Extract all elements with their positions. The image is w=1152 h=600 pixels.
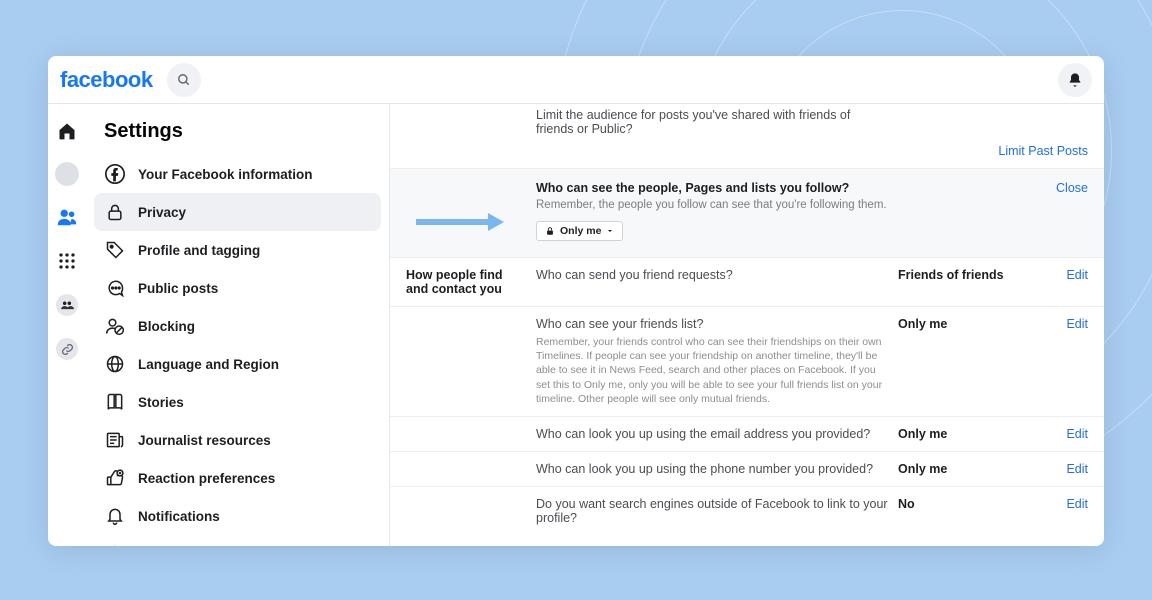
row-value: Only me (898, 462, 1028, 476)
body: Settings Your Facebook information Privac… (48, 104, 1104, 546)
row-description: Remember, your friends control who can s… (536, 335, 890, 406)
box-icon (104, 543, 126, 546)
row-edit-link[interactable]: Edit (1036, 317, 1088, 331)
lock-icon (104, 201, 126, 223)
row-edit-link[interactable]: Edit (1036, 497, 1088, 511)
row-question: Who can see your friends list? (536, 317, 890, 331)
expanded-title: Who can see the people, Pages and lists … (536, 181, 1028, 195)
lock-icon (545, 226, 555, 236)
row-edit-link[interactable]: Edit (1036, 462, 1088, 476)
speech-icon (104, 277, 126, 299)
fb-circle-icon (104, 163, 126, 185)
expanded-subtitle: Remember, the people you follow can see … (536, 199, 1028, 211)
grid-icon (58, 252, 76, 270)
sidebar-item-box[interactable]: Apps and Websites (94, 535, 381, 546)
contact-row: Who can see your friends list? Remember, … (390, 306, 1104, 416)
sidebar-item-label: Profile and tagging (138, 243, 260, 258)
search-button[interactable] (167, 63, 201, 97)
friends-icon (56, 206, 78, 228)
settings-sidebar: Settings Your Facebook information Privac… (86, 104, 390, 546)
row-edit-link[interactable]: Edit (1036, 427, 1088, 441)
topbar: facebook (48, 56, 1104, 104)
audience-selector-label: Only me (560, 225, 601, 237)
expanded-following-panel: Who can see the people, Pages and lists … (390, 168, 1104, 257)
contact-row: Who can look you up using the phone numb… (390, 451, 1104, 486)
limit-past-posts-link[interactable]: Limit Past Posts (898, 144, 1088, 158)
settings-title: Settings (94, 116, 381, 155)
rail-link[interactable] (54, 336, 80, 362)
sidebar-item-label: Language and Region (138, 357, 279, 372)
row-value: Friends of friends (898, 268, 1028, 282)
sidebar-item-label: Blocking (138, 319, 195, 334)
sidebar-item-label: Public posts (138, 281, 218, 296)
link-icon (61, 343, 74, 356)
main-panel: Limit the audience for posts you've shar… (390, 104, 1104, 546)
contact-row: How people find and contact you Who can s… (390, 257, 1104, 306)
globe-icon (104, 353, 126, 375)
sidebar-item-label: Privacy (138, 205, 186, 220)
sidebar-item-globe[interactable]: Language and Region (94, 345, 381, 383)
sidebar-item-label: Notifications (138, 509, 220, 524)
app-window: facebook (48, 56, 1104, 546)
row-question: Limit the audience for posts you've shar… (536, 108, 890, 136)
sidebar-item-like[interactable]: Reaction preferences (94, 459, 381, 497)
row-limit-posts: Limit the audience for posts you've shar… (390, 104, 1104, 168)
expanded-close-link[interactable]: Close (1036, 181, 1088, 241)
groups-icon (60, 298, 74, 312)
sidebar-item-news[interactable]: Journalist resources (94, 421, 381, 459)
facebook-logo[interactable]: facebook (60, 67, 153, 93)
sidebar-item-bell[interactable]: Notifications (94, 497, 381, 535)
news-icon (104, 429, 126, 451)
home-icon (57, 121, 77, 141)
row-edit-link[interactable]: Edit (1036, 268, 1088, 282)
row-question: Who can send you friend requests? (536, 268, 890, 282)
row-question: Who can look you up using the phone numb… (536, 462, 890, 476)
sidebar-item-label: Your Facebook information (138, 167, 313, 182)
sidebar-item-tag[interactable]: Profile and tagging (94, 231, 381, 269)
chevron-down-icon (606, 227, 614, 235)
sidebar-item-book[interactable]: Stories (94, 383, 381, 421)
tag-icon (104, 239, 126, 261)
contact-row: Who can look you up using the email addr… (390, 416, 1104, 451)
sidebar-item-label: Stories (138, 395, 184, 410)
sidebar-item-lock[interactable]: Privacy (94, 193, 381, 231)
search-icon (177, 73, 191, 87)
block-icon (104, 315, 126, 337)
rail-groups[interactable] (54, 292, 80, 318)
sidebar-item-label: Reaction preferences (138, 471, 275, 486)
like-icon (104, 467, 126, 489)
notifications-button[interactable] (1058, 63, 1092, 97)
row-question: Do you want search engines outside of Fa… (536, 497, 890, 525)
bell-icon (104, 505, 126, 527)
left-rail (48, 104, 86, 546)
sidebar-item-speech[interactable]: Public posts (94, 269, 381, 307)
sidebar-item-label: Journalist resources (138, 433, 271, 448)
sidebar-item-block[interactable]: Blocking (94, 307, 381, 345)
sidebar-item-fb-circle[interactable]: Your Facebook information (94, 155, 381, 193)
row-question: Who can look you up using the email addr… (536, 427, 890, 441)
bell-icon (1067, 72, 1083, 88)
contact-row: Do you want search engines outside of Fa… (390, 486, 1104, 535)
row-value: No (898, 497, 1028, 511)
rail-grid[interactable] (54, 248, 80, 274)
rail-friends[interactable] (54, 204, 80, 230)
audience-selector[interactable]: Only me (536, 221, 623, 241)
rail-home[interactable] (54, 118, 80, 144)
section-label-contact: How people find and contact you (406, 268, 528, 296)
book-icon (104, 391, 126, 413)
rail-avatar[interactable] (55, 162, 79, 186)
row-value: Only me (898, 427, 1028, 441)
row-value: Only me (898, 317, 1028, 331)
